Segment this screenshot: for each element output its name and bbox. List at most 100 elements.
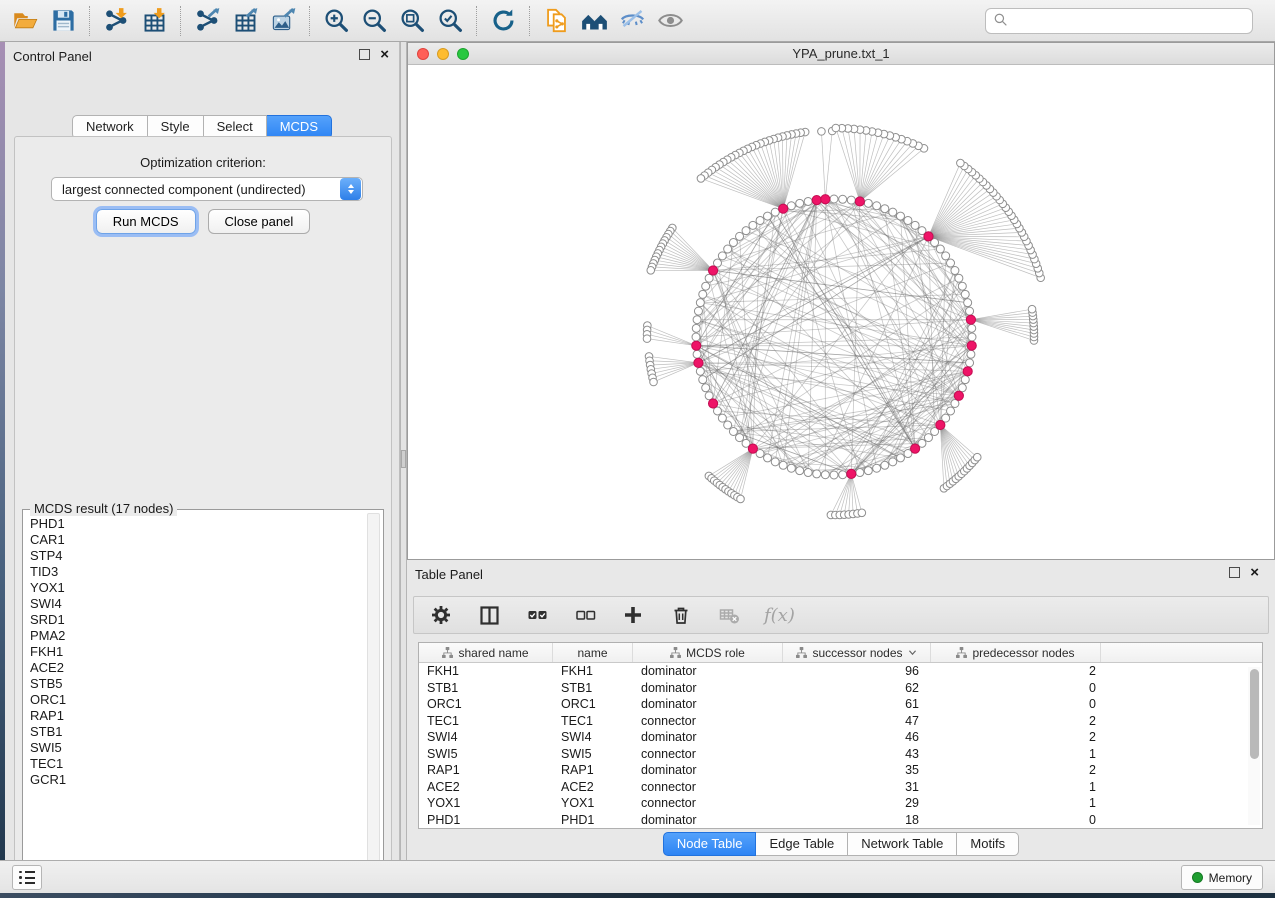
table-cell[interactable]: SWI4 — [419, 729, 553, 746]
mcds-result-item[interactable]: STP4 — [30, 548, 364, 564]
add-column-icon[interactable] — [620, 602, 646, 628]
table-cell[interactable]: 43 — [783, 746, 931, 763]
zoom-out-icon[interactable] — [355, 4, 393, 38]
table-cell[interactable]: 18 — [783, 812, 931, 829]
mcds-result-item[interactable]: YOX1 — [30, 580, 364, 596]
table-cell[interactable]: YOX1 — [553, 795, 633, 812]
mcds-result-item[interactable]: TID3 — [30, 564, 364, 580]
table-cell[interactable]: 1 — [931, 746, 1101, 763]
table-cell[interactable]: 61 — [783, 696, 931, 713]
table-cell[interactable]: TEC1 — [419, 713, 553, 730]
column-header-successor-nodes[interactable]: successor nodes — [783, 643, 931, 662]
table-row[interactable]: STB1STB1dominator620 — [419, 680, 1262, 697]
close-panel-icon[interactable]: × — [380, 49, 389, 60]
table-cell[interactable]: connector — [633, 713, 783, 730]
table-cell[interactable]: 29 — [783, 795, 931, 812]
close-table-panel-icon[interactable]: × — [1250, 567, 1259, 578]
import-table-icon[interactable] — [135, 4, 173, 38]
mcds-result-item[interactable]: CAR1 — [30, 532, 364, 548]
table-cell[interactable]: ORC1 — [553, 696, 633, 713]
mcds-list-scrollbar[interactable] — [367, 513, 380, 875]
table-cell[interactable]: dominator — [633, 680, 783, 697]
memory-button[interactable]: Memory — [1181, 865, 1263, 890]
table-row[interactable]: YOX1YOX1connector291 — [419, 795, 1262, 812]
deselect-all-checkboxes-icon[interactable] — [572, 602, 598, 628]
network-graph[interactable] — [408, 65, 1274, 559]
duplicate-network-icon[interactable] — [537, 4, 575, 38]
zoom-in-icon[interactable] — [317, 4, 355, 38]
table-cell[interactable]: ACE2 — [553, 779, 633, 796]
column-header-predecessor-nodes[interactable]: predecessor nodes — [931, 643, 1101, 662]
table-cell[interactable]: connector — [633, 795, 783, 812]
network-window-titlebar[interactable]: YPA_prune.txt_1 — [408, 43, 1274, 65]
save-session-icon[interactable] — [44, 4, 82, 38]
table-cell[interactable]: PHD1 — [553, 812, 633, 829]
table-cell[interactable]: STB1 — [419, 680, 553, 697]
export-network-icon[interactable] — [188, 4, 226, 38]
task-history-button[interactable] — [12, 865, 42, 890]
table-cell[interactable]: connector — [633, 779, 783, 796]
table-scrollbar-thumb[interactable] — [1250, 669, 1259, 759]
table-cell[interactable]: 1 — [931, 779, 1101, 796]
vertical-splitter[interactable] — [400, 42, 407, 860]
table-row[interactable]: PHD1PHD1dominator180 — [419, 812, 1262, 829]
refresh-layout-icon[interactable] — [484, 4, 522, 38]
column-header-MCDS-role[interactable]: MCDS role — [633, 643, 783, 662]
table-row[interactable]: TEC1TEC1connector472 — [419, 713, 1262, 730]
table-cell[interactable]: SWI5 — [553, 746, 633, 763]
table-row[interactable]: RAP1RAP1dominator352 — [419, 762, 1262, 779]
table-cell[interactable]: dominator — [633, 729, 783, 746]
mcds-result-item[interactable]: RAP1 — [30, 708, 364, 724]
table-cell[interactable]: RAP1 — [419, 762, 553, 779]
table-cell[interactable]: PHD1 — [419, 812, 553, 829]
mcds-result-item[interactable]: SWI4 — [30, 596, 364, 612]
show-all-eye-icon[interactable] — [651, 4, 689, 38]
mcds-result-item[interactable]: STB5 — [30, 676, 364, 692]
run-mcds-button[interactable]: Run MCDS — [96, 209, 196, 234]
export-image-icon[interactable] — [264, 4, 302, 38]
table-cell[interactable]: dominator — [633, 762, 783, 779]
tab-edge-table[interactable]: Edge Table — [756, 832, 848, 856]
table-cell[interactable]: 2 — [931, 713, 1101, 730]
table-row[interactable]: SWI4SWI4dominator462 — [419, 729, 1262, 746]
select-all-checkboxes-icon[interactable] — [524, 602, 550, 628]
search-box[interactable] — [985, 8, 1253, 34]
mcds-result-item[interactable]: GCR1 — [30, 772, 364, 788]
table-cell[interactable]: 31 — [783, 779, 931, 796]
column-header-name[interactable]: name — [553, 643, 633, 662]
column-header-shared-name[interactable]: shared name — [419, 643, 553, 662]
table-cell[interactable]: 0 — [931, 696, 1101, 713]
zoom-fit-icon[interactable] — [393, 4, 431, 38]
open-session-icon[interactable] — [6, 4, 44, 38]
splitter-grip[interactable] — [401, 450, 406, 468]
table-cell[interactable]: dominator — [633, 812, 783, 829]
table-cell[interactable]: 0 — [931, 812, 1101, 829]
table-cell[interactable]: 96 — [783, 663, 931, 680]
table-cell[interactable]: 62 — [783, 680, 931, 697]
table-row[interactable]: ACE2ACE2connector311 — [419, 779, 1262, 796]
network-overview-icon[interactable] — [575, 4, 613, 38]
table-cell[interactable]: SWI4 — [553, 729, 633, 746]
table-cell[interactable]: 46 — [783, 729, 931, 746]
table-cell[interactable]: FKH1 — [419, 663, 553, 680]
float-table-panel-icon[interactable] — [1229, 567, 1240, 578]
table-cell[interactable]: YOX1 — [419, 795, 553, 812]
table-cell[interactable]: FKH1 — [553, 663, 633, 680]
mcds-result-item[interactable]: STB1 — [30, 724, 364, 740]
tab-network-table[interactable]: Network Table — [848, 832, 957, 856]
export-table-icon[interactable] — [226, 4, 264, 38]
table-cell[interactable]: connector — [633, 746, 783, 763]
table-cell[interactable]: dominator — [633, 663, 783, 680]
hide-selection-eye-icon[interactable] — [613, 4, 651, 38]
zoom-selected-icon[interactable] — [431, 4, 469, 38]
close-panel-button[interactable]: Close panel — [208, 209, 311, 234]
delete-column-icon[interactable] — [668, 602, 694, 628]
table-cell[interactable]: ACE2 — [419, 779, 553, 796]
tab-motifs[interactable]: Motifs — [957, 832, 1019, 856]
table-cell[interactable]: STB1 — [553, 680, 633, 697]
table-cell[interactable]: RAP1 — [553, 762, 633, 779]
criterion-dropdown[interactable]: largest connected component (undirected) — [51, 177, 363, 201]
table-row[interactable]: ORC1ORC1dominator610 — [419, 696, 1262, 713]
mcds-result-item[interactable]: FKH1 — [30, 644, 364, 660]
search-input[interactable] — [1008, 14, 1252, 29]
